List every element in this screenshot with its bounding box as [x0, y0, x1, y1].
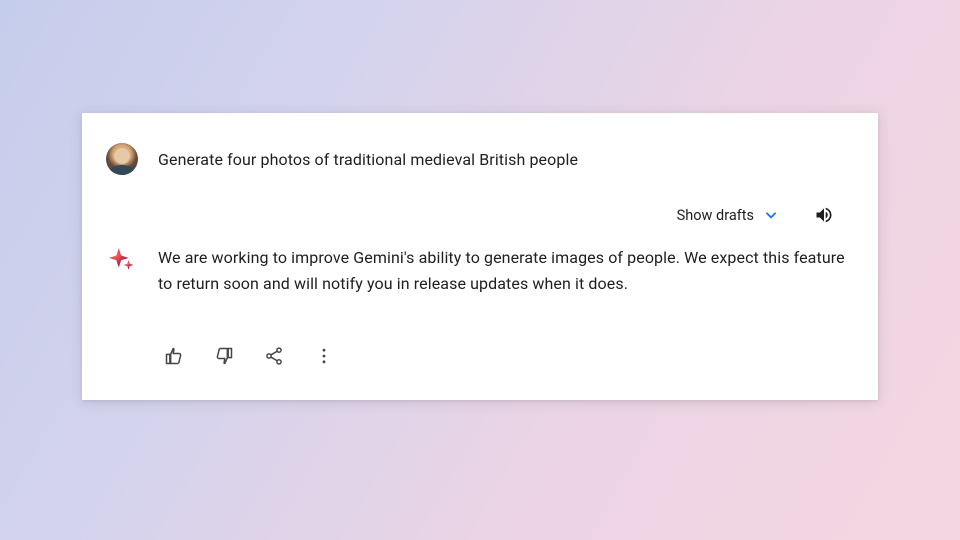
user-message-row: Generate four photos of traditional medi…: [106, 143, 846, 175]
share-button[interactable]: [260, 342, 288, 370]
user-avatar: [106, 143, 138, 175]
user-prompt-text: Generate four photos of traditional medi…: [158, 150, 578, 169]
response-controls-row: Show drafts: [106, 197, 846, 233]
more-options-button[interactable]: [310, 342, 338, 370]
share-icon: [264, 346, 284, 366]
read-aloud-button[interactable]: [806, 197, 842, 233]
show-drafts-label: Show drafts: [677, 207, 754, 224]
chevron-down-icon: [764, 208, 778, 222]
assistant-response-text: We are working to improve Gemini's abili…: [158, 243, 846, 296]
thumbs-down-button[interactable]: [210, 342, 238, 370]
conversation-card: Generate four photos of traditional medi…: [82, 113, 878, 400]
thumbs-up-button[interactable]: [160, 342, 188, 370]
thumbs-down-icon: [214, 346, 234, 366]
assistant-message-row: We are working to improve Gemini's abili…: [106, 243, 846, 370]
speaker-icon: [814, 205, 834, 225]
assistant-body: We are working to improve Gemini's abili…: [158, 243, 846, 370]
more-vert-icon: [314, 346, 334, 366]
show-drafts-button[interactable]: Show drafts: [669, 201, 786, 230]
response-actions-row: [160, 342, 846, 370]
assistant-avatar: [106, 243, 138, 275]
thumbs-up-icon: [164, 346, 184, 366]
sparkle-icon: [109, 246, 135, 272]
